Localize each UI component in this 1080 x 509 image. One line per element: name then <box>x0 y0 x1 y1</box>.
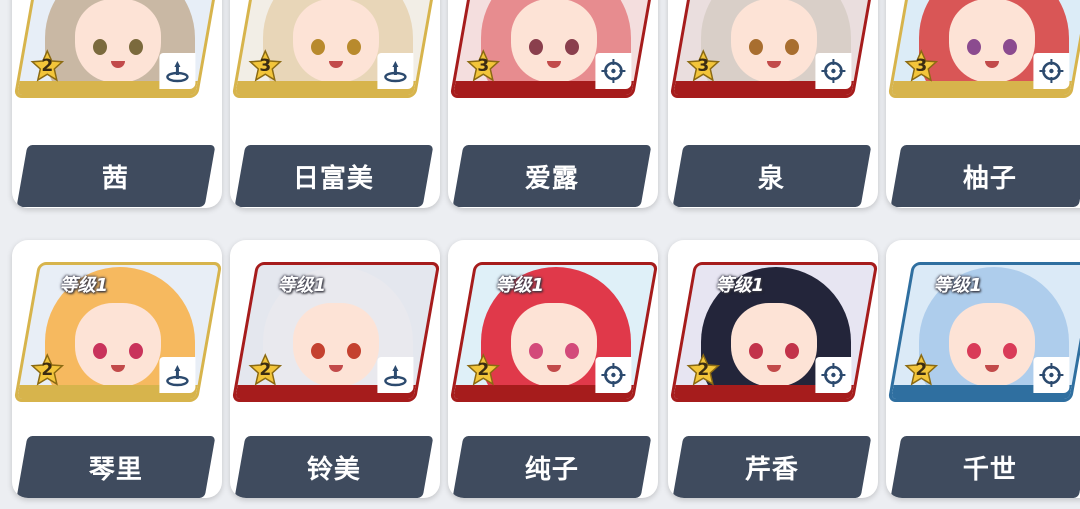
star-rank: 2 <box>477 360 490 380</box>
character-card[interactable]: 等级1 2 铃美 <box>230 240 440 498</box>
star-rank: 3 <box>259 56 272 76</box>
star-icon: 2 <box>466 353 501 387</box>
crosshair-role-icon <box>815 53 852 89</box>
support-role-icon <box>159 357 196 393</box>
character-name: 茜 <box>102 163 130 194</box>
crosshair-role-icon <box>815 357 852 393</box>
star-icon: 2 <box>248 353 283 387</box>
star-rank: 2 <box>41 360 54 380</box>
crosshair-role-icon <box>595 357 632 393</box>
star-icon: 3 <box>466 49 501 83</box>
character-card[interactable]: 2茜 <box>12 0 222 208</box>
support-role-icon <box>377 53 414 89</box>
star-rank: 3 <box>697 56 710 76</box>
character-name-plate[interactable]: 柚子 <box>890 145 1080 207</box>
character-name-plate[interactable]: 铃美 <box>234 436 434 498</box>
character-portrait-frame[interactable]: 等级1 2 <box>669 262 878 402</box>
character-portrait-frame[interactable]: 等级1 2 <box>449 262 658 402</box>
character-card[interactable]: 3 柚子 <box>886 0 1080 208</box>
character-portrait-frame[interactable]: 3 <box>669 0 878 98</box>
star-rank: 2 <box>915 360 928 380</box>
character-name: 爱露 <box>524 163 579 194</box>
star-icon: 2 <box>686 353 721 387</box>
character-name-plate[interactable]: 纯子 <box>452 436 652 498</box>
level-label: 等级1 <box>715 275 764 296</box>
crosshair-role-icon <box>1033 357 1070 393</box>
character-card[interactable]: 3 爱露 <box>448 0 658 208</box>
character-portrait-frame[interactable]: 3 <box>231 0 440 98</box>
character-card[interactable]: 等级1 2 琴里 <box>12 240 222 498</box>
character-name-plate[interactable]: 千世 <box>890 436 1080 498</box>
star-icon: 2 <box>30 353 65 387</box>
character-card[interactable]: 等级1 2 千世 <box>886 240 1080 498</box>
star-rank: 2 <box>259 360 272 380</box>
star-rank: 2 <box>41 56 54 76</box>
character-name-plate[interactable]: 日富美 <box>234 145 434 207</box>
character-name: 千世 <box>962 454 1017 485</box>
character-portrait-frame[interactable]: 3 <box>449 0 658 98</box>
support-role-icon <box>377 357 414 393</box>
support-role-icon <box>159 53 196 89</box>
level-label: 等级1 <box>495 275 544 296</box>
level-label: 等级1 <box>59 275 108 296</box>
character-name-plate[interactable]: 芹香 <box>672 436 872 498</box>
level-label: 等级1 <box>277 275 326 296</box>
character-name: 纯子 <box>524 454 579 485</box>
character-name: 琴里 <box>88 454 143 485</box>
star-icon: 3 <box>904 49 939 83</box>
character-portrait-frame[interactable]: 2 <box>13 0 222 98</box>
character-card[interactable]: 等级1 2 纯子 <box>448 240 658 498</box>
star-icon: 2 <box>30 49 65 83</box>
character-portrait-frame[interactable]: 等级1 2 <box>887 262 1080 402</box>
level-label: 等级1 <box>933 275 982 296</box>
character-name-plate[interactable]: 茜 <box>16 145 216 207</box>
character-card[interactable]: 3 日富美 <box>230 0 440 208</box>
character-name: 铃美 <box>306 454 361 485</box>
character-name-plate[interactable]: 泉 <box>672 145 872 207</box>
crosshair-role-icon <box>1033 53 1070 89</box>
character-name: 芹香 <box>744 454 799 485</box>
crosshair-role-icon <box>595 53 632 89</box>
character-name: 柚子 <box>962 163 1017 194</box>
character-name-plate[interactable]: 爱露 <box>452 145 652 207</box>
character-roster-grid: 2 茜 3 日富美 3 爱露 3 泉 3 柚子 等级1 2 琴里 等级1 2 铃美 等级1 2 纯子 等级1 2 芹香 等级… <box>0 0 1080 509</box>
star-icon: 3 <box>686 49 721 83</box>
character-name: 日富美 <box>293 163 375 194</box>
character-name: 泉 <box>758 163 786 194</box>
star-rank: 2 <box>697 360 710 380</box>
character-name-plate[interactable]: 琴里 <box>16 436 216 498</box>
star-rank: 3 <box>477 56 490 76</box>
star-icon: 3 <box>248 49 283 83</box>
character-portrait-frame[interactable]: 等级1 2 <box>13 262 222 402</box>
character-card[interactable]: 等级1 2 芹香 <box>668 240 878 498</box>
character-portrait-frame[interactable]: 3 <box>887 0 1080 98</box>
star-rank: 3 <box>915 56 928 76</box>
character-card[interactable]: 3泉 <box>668 0 878 208</box>
star-icon: 2 <box>904 353 939 387</box>
character-portrait-frame[interactable]: 等级1 2 <box>231 262 440 402</box>
